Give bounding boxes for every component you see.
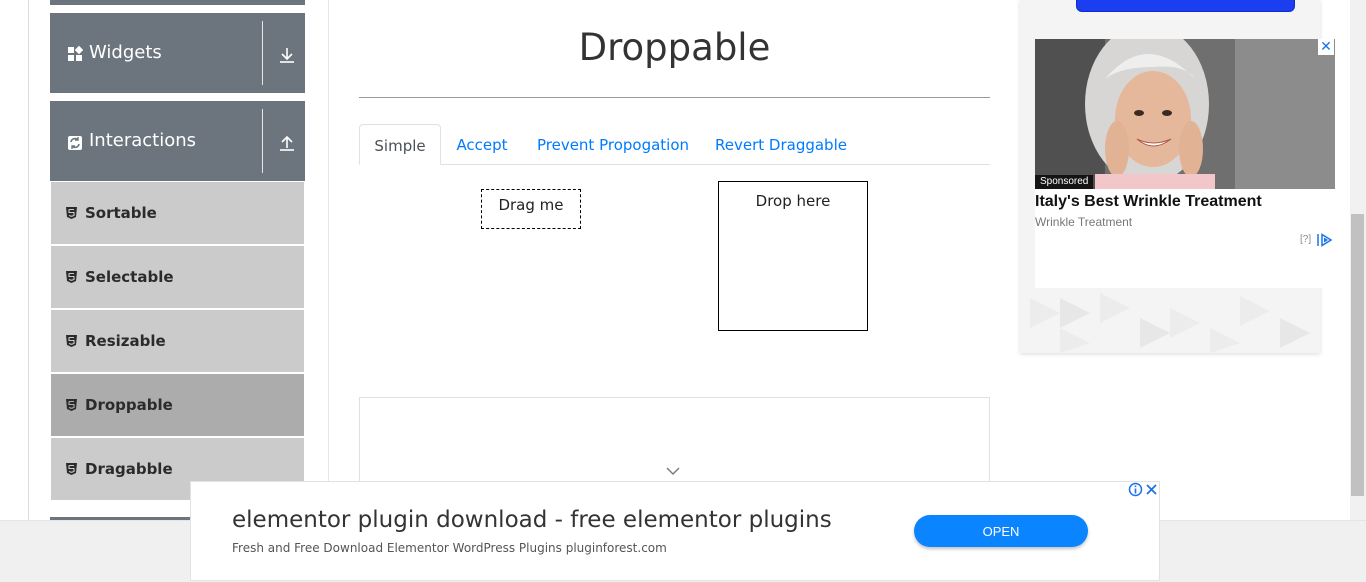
group-header-interactions[interactable]: Interactions bbox=[50, 101, 305, 181]
tab-simple[interactable]: Simple bbox=[359, 124, 441, 165]
page-body: Widgets Interactions Sortable Selectable… bbox=[0, 0, 1350, 520]
group-title-interactions: Interactions bbox=[89, 130, 197, 151]
ad-background-pattern bbox=[1020, 288, 1320, 353]
group-header-widgets[interactable]: Widgets bbox=[50, 13, 305, 93]
page-title: Droppable bbox=[578, 26, 771, 69]
group-title-widgets: Widgets bbox=[89, 42, 162, 63]
ad-top-button[interactable] bbox=[1076, 0, 1295, 12]
ad-close-icon[interactable]: ✕ bbox=[1318, 39, 1334, 55]
bottom-ad-title[interactable]: elementor plugin download - free element… bbox=[232, 507, 832, 533]
previous-group-strip bbox=[50, 0, 305, 5]
info-icon[interactable] bbox=[1128, 482, 1143, 497]
sidebar-item-label: Sortable bbox=[85, 204, 157, 222]
close-icon[interactable] bbox=[1144, 482, 1159, 497]
scrollbar-thumb[interactable] bbox=[1351, 214, 1364, 496]
html5-icon bbox=[66, 463, 77, 475]
html5-icon bbox=[66, 399, 77, 411]
sidebar-item-label: Selectable bbox=[85, 268, 174, 286]
ad-headline[interactable]: Italy's Best Wrinkle Treatment bbox=[1035, 193, 1262, 211]
html5-icon bbox=[66, 207, 77, 219]
ad-subtitle: Wrinkle Treatment bbox=[1035, 215, 1133, 229]
tab-prevent-propogation[interactable]: Prevent Propogation bbox=[528, 124, 698, 165]
sidebar-item-label: Resizable bbox=[85, 332, 166, 350]
sidebar-item-label: Droppable bbox=[85, 396, 173, 414]
sidebar-divider bbox=[328, 0, 329, 520]
draggable-box[interactable]: Drag me bbox=[481, 189, 581, 229]
group-separator bbox=[262, 21, 263, 85]
sidebar-item-sortable[interactable]: Sortable bbox=[51, 182, 304, 244]
html5-icon bbox=[66, 335, 77, 347]
ad-help-link[interactable]: [?] bbox=[1300, 234, 1311, 245]
download-arrow-icon[interactable] bbox=[278, 46, 296, 64]
bottom-ad-description: Fresh and Free Download Elementor WordPr… bbox=[232, 541, 667, 555]
sidebar-item-resizable[interactable]: Resizable bbox=[51, 310, 304, 372]
ad-photo[interactable] bbox=[1035, 39, 1335, 189]
widgets-icon bbox=[68, 46, 83, 61]
interactions-icon bbox=[68, 136, 82, 150]
left-border bbox=[28, 0, 29, 520]
upload-arrow-icon[interactable] bbox=[278, 134, 296, 152]
title-divider bbox=[359, 97, 990, 98]
sidebar-item-droppable[interactable]: Droppable bbox=[51, 374, 304, 436]
sponsored-badge: Sponsored bbox=[1035, 175, 1094, 189]
group-separator bbox=[262, 109, 263, 173]
sidebar-item-selectable[interactable]: Selectable bbox=[51, 246, 304, 308]
adchoices-icon[interactable] bbox=[1317, 233, 1333, 247]
chevron-down-icon[interactable] bbox=[666, 466, 680, 476]
open-button[interactable]: OPEN bbox=[914, 515, 1088, 547]
html5-icon bbox=[66, 271, 77, 283]
droppable-target[interactable]: Drop here bbox=[718, 181, 868, 331]
tab-revert-draggable[interactable]: Revert Draggable bbox=[708, 124, 854, 165]
tab-accept[interactable]: Accept bbox=[446, 124, 518, 165]
sidebar-item-label: Dragabble bbox=[85, 460, 173, 478]
